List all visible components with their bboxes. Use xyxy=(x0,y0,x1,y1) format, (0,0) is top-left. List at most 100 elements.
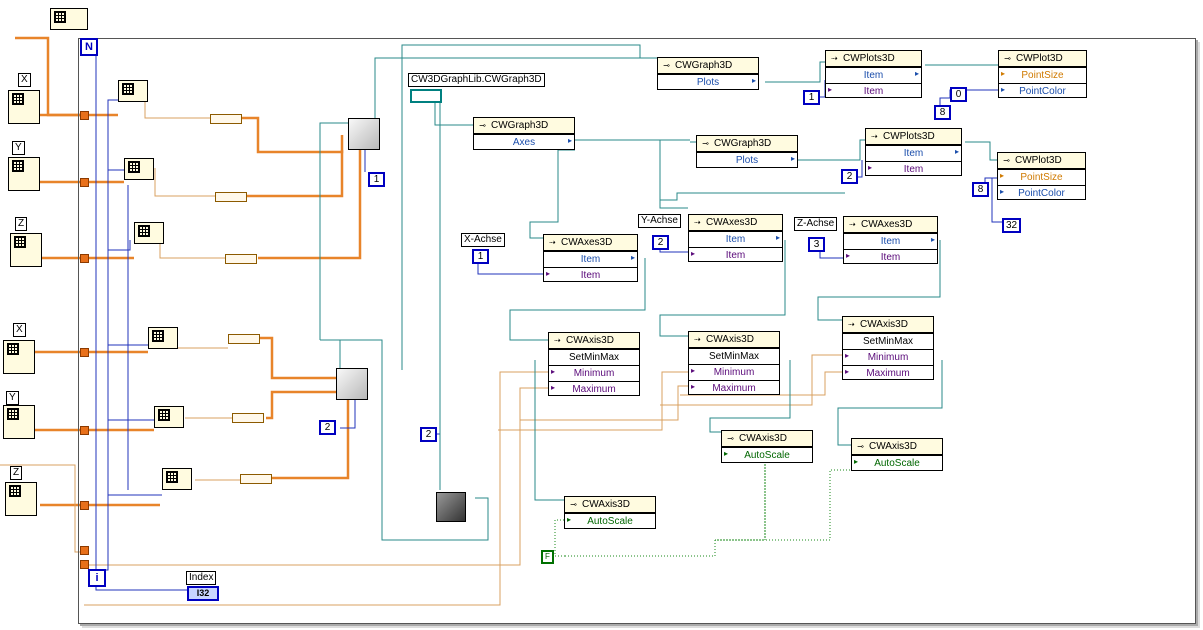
node-class-label: CWAxis3D xyxy=(582,499,630,510)
plot-index-constant[interactable]: 2 xyxy=(319,420,336,435)
invoke-node-setminmax-x[interactable]: ⇢ CWAxis3D SetMinMax ▸ Minimum ▸ Maximum xyxy=(548,332,640,396)
cluster-label-y1: Y xyxy=(12,141,25,155)
property-label: PointSize xyxy=(1021,70,1064,81)
input-array-constant xyxy=(50,8,88,30)
property-node-autoscale-z[interactable]: ⊸ CWAxis3D ▸ AutoScale xyxy=(851,438,943,471)
array-grid-icon xyxy=(158,409,170,421)
axis-index-constant[interactable]: 1 xyxy=(472,249,489,264)
plot-item-index-constant[interactable]: 1 xyxy=(803,90,820,105)
input-cluster-z2 xyxy=(5,482,37,516)
param-label: Minimum xyxy=(573,368,615,379)
input-arrow-icon: ▸ xyxy=(854,457,859,466)
invoke-node-icon: ⇢ xyxy=(694,335,701,344)
index-array-node[interactable] xyxy=(124,158,154,180)
axis-index-constant[interactable]: 2 xyxy=(652,235,669,250)
node-class-label: CWPlot3D xyxy=(1015,155,1062,166)
array-grid-icon xyxy=(152,330,164,342)
invoke-node-setminmax-z[interactable]: ⇢ CWAxis3D SetMinMax ▸ Minimum ▸ Maximum xyxy=(842,316,934,380)
close-reference-icon[interactable] xyxy=(436,492,466,522)
input-arrow-icon: ▸ xyxy=(724,449,729,458)
plot3d-graph-icon[interactable] xyxy=(336,368,368,400)
index-array-node[interactable] xyxy=(154,406,184,428)
property-node-graph-plots-1[interactable]: ⊸ CWGraph3D Plots ▸ xyxy=(657,57,759,90)
property-node-graph-plots-2[interactable]: ⊸ CWGraph3D Plots ▸ xyxy=(696,135,798,168)
property-node-icon: ⊸ xyxy=(570,500,577,509)
param-label: Minimum xyxy=(867,352,909,363)
loop-tunnel xyxy=(80,560,89,569)
property-label: Plots xyxy=(735,155,759,166)
array-grid-icon xyxy=(166,471,178,483)
loop-tunnel xyxy=(80,111,89,120)
node-class-label: CWGraph3D xyxy=(714,138,772,149)
node-class-label: CWAxis3D xyxy=(706,334,754,345)
index-array-node[interactable] xyxy=(134,222,164,244)
node-class-label: CWPlot3D xyxy=(1016,53,1063,64)
property-node-plots-item-2[interactable]: ⇢ CWPlots3D Item ▸ ▸ Item xyxy=(865,128,962,176)
point-size-constant[interactable]: 8 xyxy=(934,105,951,120)
property-node-graph-axes[interactable]: ⊸ CWGraph3D Axes ▸ xyxy=(473,117,575,150)
build-array-node[interactable] xyxy=(232,413,264,423)
property-label: Item xyxy=(863,86,884,97)
plot3d-graph-icon[interactable] xyxy=(348,118,380,150)
property-label: Plots xyxy=(696,77,720,88)
input-arrow-icon: ▸ xyxy=(551,383,556,392)
property-label: Item xyxy=(903,164,924,175)
cluster-label-x2: X xyxy=(13,323,26,337)
property-label: Item xyxy=(725,250,746,261)
property-node-icon: ⊸ xyxy=(1004,54,1011,63)
plot-index-constant[interactable]: 1 xyxy=(368,172,385,187)
invoke-node-axes-item-x[interactable]: ⇢ CWAxes3D Item ▸ ▸ Item xyxy=(543,234,638,282)
output-arrow-icon: ▸ xyxy=(790,154,795,163)
build-array-node[interactable] xyxy=(228,334,260,344)
invoke-node-setminmax-y[interactable]: ⇢ CWAxis3D SetMinMax ▸ Minimum ▸ Maximum xyxy=(688,331,780,395)
node-class-label: CWAxes3D xyxy=(706,217,758,228)
graph-reference-label: CW3DGraphLib.CWGraph3D xyxy=(408,73,545,87)
index-indicator-terminal[interactable]: I32 xyxy=(187,586,219,601)
point-size-constant[interactable]: 8 xyxy=(972,182,989,197)
input-cluster-z1 xyxy=(10,233,42,267)
output-arrow-icon: ▸ xyxy=(775,233,780,242)
array-grid-icon xyxy=(138,225,150,237)
build-array-node[interactable] xyxy=(210,114,242,124)
invoke-node-axes-item-z[interactable]: ⇢ CWAxes3D Item ▸ ▸ Item xyxy=(843,216,938,264)
property-node-plot3d-1[interactable]: ⊸ CWPlot3D ▸ PointSize ▸ PointColor xyxy=(998,50,1087,98)
property-label: AutoScale xyxy=(587,516,633,527)
output-arrow-icon: ▸ xyxy=(914,69,919,78)
graph-refnum-terminal[interactable] xyxy=(410,89,442,103)
invoke-node-icon: ⇢ xyxy=(849,220,856,229)
property-node-icon: ⊸ xyxy=(857,442,864,451)
node-class-label: CWAxes3D xyxy=(561,237,613,248)
axis-index-constant[interactable]: 3 xyxy=(808,237,825,252)
point-color-constant[interactable]: 32 xyxy=(1002,218,1022,233)
property-node-plots-item-1[interactable]: ⇢ CWPlots3D Item ▸ ▸ Item xyxy=(825,50,922,98)
plot-item-index-constant[interactable]: 2 xyxy=(841,169,858,184)
loop-tunnel xyxy=(80,501,89,510)
array-grid-icon xyxy=(14,236,26,248)
cluster-label-y2: Y xyxy=(6,391,19,405)
output-arrow-icon: ▸ xyxy=(954,147,959,156)
property-node-autoscale-y[interactable]: ⊸ CWAxis3D ▸ AutoScale xyxy=(721,430,813,463)
node-class-label: CWAxis3D xyxy=(739,433,787,444)
invoke-node-icon: ⇢ xyxy=(831,54,838,63)
property-node-autoscale-x[interactable]: ⊸ CWAxis3D ▸ AutoScale xyxy=(564,496,656,529)
build-array-node[interactable] xyxy=(240,474,272,484)
array-grid-icon xyxy=(122,83,134,95)
property-node-plot3d-2[interactable]: ⊸ CWPlot3D ▸ PointSize ▸ PointColor xyxy=(997,152,1086,200)
build-array-node[interactable] xyxy=(225,254,257,264)
index-array-node[interactable] xyxy=(148,327,178,349)
property-label: PointSize xyxy=(1020,172,1063,183)
point-color-constant[interactable]: 0 xyxy=(950,87,967,102)
index-array-node[interactable] xyxy=(118,80,148,102)
loop-iteration-terminal: i xyxy=(88,569,106,587)
property-label: Item xyxy=(880,236,901,247)
array-grid-icon xyxy=(12,93,24,105)
build-array-node[interactable] xyxy=(215,192,247,202)
input-arrow-icon: ▸ xyxy=(1000,171,1005,180)
boolean-false-constant[interactable]: F xyxy=(541,550,554,564)
index-array-node[interactable] xyxy=(162,468,192,490)
numeric-constant[interactable]: 2 xyxy=(420,427,437,442)
invoke-node-axes-item-y[interactable]: ⇢ CWAxes3D Item ▸ ▸ Item xyxy=(688,214,783,262)
input-arrow-icon: ▸ xyxy=(1001,69,1006,78)
property-label: Item xyxy=(725,234,746,245)
property-label: AutoScale xyxy=(874,458,920,469)
